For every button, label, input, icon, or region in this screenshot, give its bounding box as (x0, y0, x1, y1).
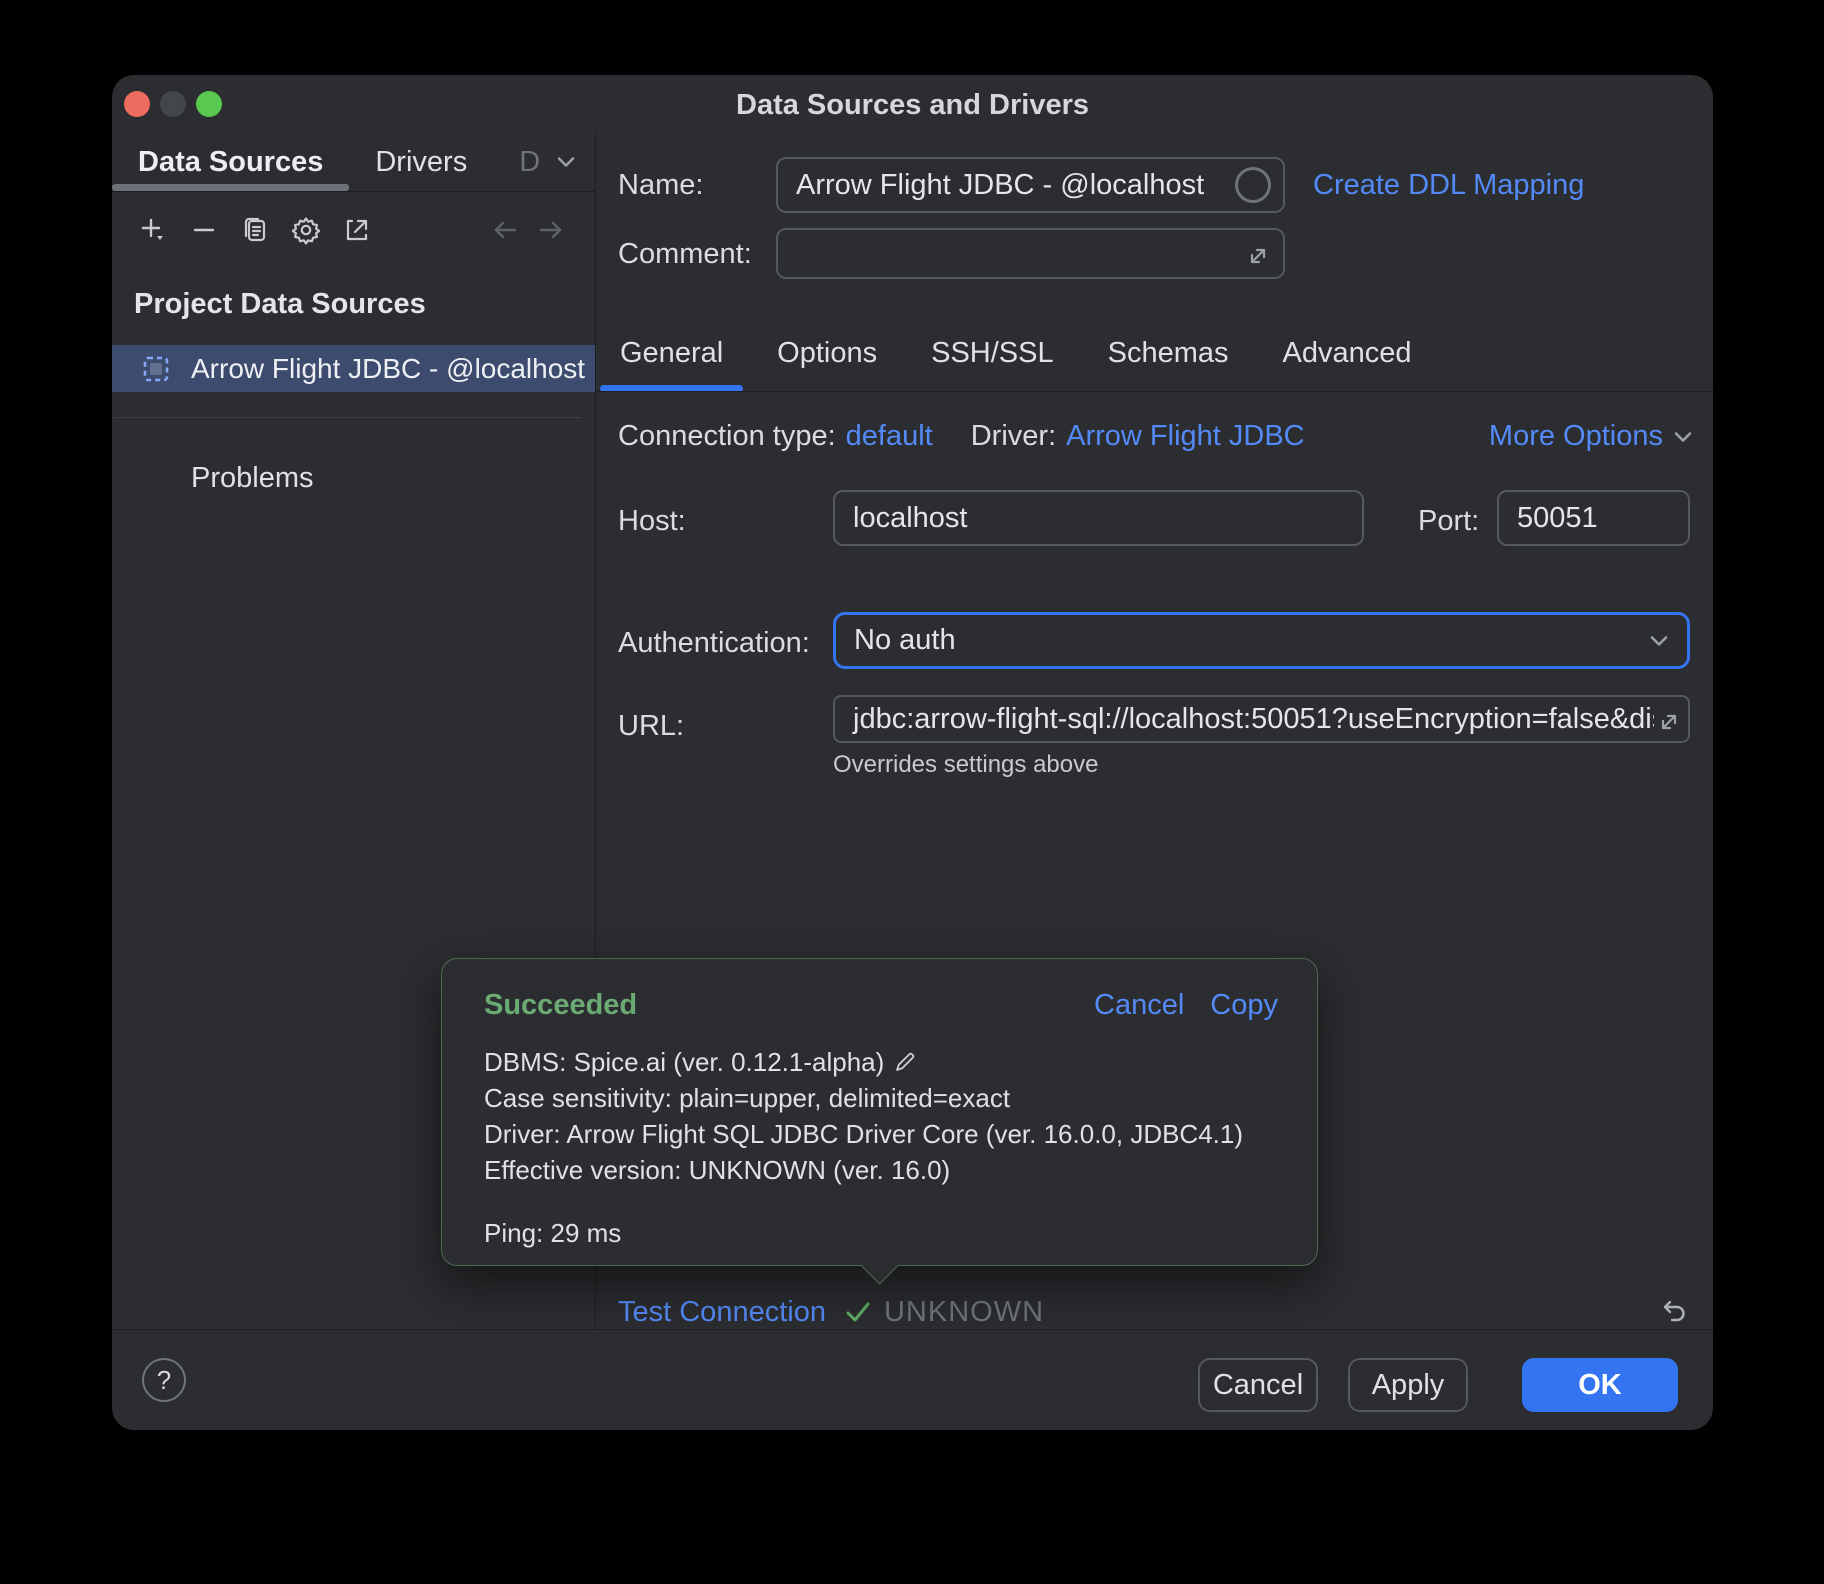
chevron-down-icon (1669, 423, 1697, 451)
test-connection-row: Test Connection UNKNOWN (618, 1296, 1690, 1328)
sidebar-divider (114, 417, 581, 418)
name-value: Arrow Flight JDBC - @localhost (796, 169, 1204, 202)
authentication-select[interactable]: No auth (833, 612, 1690, 669)
dbms-text: DBMS: Spice.ai (ver. 0.12.1-alpha) (484, 1044, 884, 1080)
open-icon[interactable] (341, 214, 373, 246)
more-options-label: More Options (1489, 420, 1663, 453)
add-icon[interactable] (137, 214, 169, 246)
name-label: Name: (618, 169, 703, 202)
port-value: 50051 (1517, 502, 1598, 535)
apply-button[interactable]: Apply (1348, 1358, 1468, 1412)
sidebar-tab-strip: Data Sources Drivers D (112, 133, 595, 192)
connection-status-text: UNKNOWN (884, 1296, 1044, 1329)
chevron-down-icon[interactable] (544, 133, 588, 191)
duplicate-icon[interactable] (239, 214, 271, 246)
datasource-item-label: Arrow Flight JDBC - @localhost (191, 353, 585, 385)
footer-buttons: Cancel Apply OK (1198, 1358, 1678, 1412)
tab-drivers-label: Drivers (375, 146, 467, 179)
tab-data-sources[interactable]: Data Sources (112, 133, 349, 191)
test-connection-popup: Succeeded Cancel Copy DBMS: Spice.ai (ve… (441, 958, 1318, 1266)
connection-type-value-link[interactable]: default (846, 420, 933, 453)
project-data-sources-header: Project Data Sources (112, 288, 595, 320)
sidebar-item-problems[interactable]: Problems (112, 462, 595, 495)
connection-type-row: Connection type: default Driver: Arrow F… (618, 420, 1697, 453)
cancel-button[interactable]: Cancel (1198, 1358, 1318, 1412)
tab-general-label: General (620, 337, 723, 369)
forward-icon[interactable] (535, 214, 567, 246)
url-hint: Overrides settings above (833, 751, 1098, 779)
port-input[interactable]: 50051 (1497, 490, 1690, 546)
test-connection-link[interactable]: Test Connection (618, 1296, 826, 1329)
tab-advanced-label: Advanced (1283, 337, 1412, 369)
settings-tab-strip: General Options SSH/SSL Schemas Advanced (600, 325, 1432, 392)
name-input[interactable]: Arrow Flight JDBC - @localhost (776, 157, 1285, 213)
popup-cancel-link[interactable]: Cancel (1094, 989, 1184, 1022)
history-nav (489, 214, 567, 246)
datasource-icon (141, 354, 171, 384)
driver-line: Driver: Arrow Flight SQL JDBC Driver Cor… (484, 1116, 1287, 1152)
popup-header: Succeeded Cancel Copy (484, 989, 1278, 1022)
tab-ssh-ssl-label: SSH/SSL (931, 337, 1054, 369)
comment-label: Comment: (618, 238, 752, 271)
status-badge: Succeeded (484, 989, 637, 1022)
tab-data-sources-label: Data Sources (138, 146, 323, 179)
host-value: localhost (853, 502, 967, 535)
url-input[interactable]: jdbc:arrow-flight-sql://localhost:50051?… (833, 695, 1690, 743)
host-label: Host: (618, 505, 686, 538)
help-icon[interactable]: ? (142, 1358, 186, 1402)
dbms-line: DBMS: Spice.ai (ver. 0.12.1-alpha) (484, 1044, 1287, 1080)
data-sources-dialog: Data Sources and Drivers Data Sources Dr… (112, 75, 1713, 1430)
undo-icon[interactable] (1656, 1295, 1690, 1329)
chevron-down-icon (1645, 627, 1673, 655)
tab-advanced[interactable]: Advanced (1263, 325, 1432, 392)
pencil-icon[interactable] (892, 1049, 918, 1075)
spinner-icon (1235, 167, 1271, 203)
tabs-divider (596, 391, 1713, 392)
url-label: URL: (618, 710, 684, 743)
driver-label: Driver: (971, 420, 1056, 453)
tab-drivers[interactable]: Drivers (349, 133, 493, 191)
effective-version-line: Effective version: UNKNOWN (ver. 16.0) (484, 1152, 1287, 1188)
driver-value-link[interactable]: Arrow Flight JDBC (1066, 420, 1305, 453)
case-sensitivity-line: Case sensitivity: plain=upper, delimited… (484, 1080, 1287, 1116)
settings-icon[interactable] (290, 214, 322, 246)
datasource-list-item[interactable]: Arrow Flight JDBC - @localhost (112, 345, 595, 392)
popup-copy-link[interactable]: Copy (1210, 989, 1278, 1022)
titlebar: Data Sources and Drivers (112, 75, 1713, 133)
back-icon[interactable] (489, 214, 521, 246)
tab-general[interactable]: General (600, 325, 743, 392)
comment-input[interactable] (776, 228, 1285, 279)
more-options-link[interactable]: More Options (1489, 420, 1697, 453)
dialog-footer: ? Cancel Apply OK (112, 1329, 1713, 1430)
url-value: jdbc:arrow-flight-sql://localhost:50051?… (853, 703, 1682, 736)
check-icon (842, 1296, 874, 1328)
popup-body: DBMS: Spice.ai (ver. 0.12.1-alpha) Case … (484, 1044, 1287, 1251)
window-title: Data Sources and Drivers (112, 89, 1713, 122)
sidebar-toolbar (112, 212, 595, 248)
tab-ddl-mappings-truncated[interactable]: D (493, 133, 544, 191)
host-input[interactable]: localhost (833, 490, 1364, 546)
ping-line: Ping: 29 ms (484, 1215, 1287, 1251)
expand-icon[interactable] (1654, 707, 1684, 737)
port-label: Port: (1418, 505, 1479, 538)
create-ddl-mapping-link[interactable]: Create DDL Mapping (1313, 169, 1584, 202)
remove-icon[interactable] (188, 214, 220, 246)
connection-type-label: Connection type: (618, 420, 836, 453)
authentication-value: No auth (854, 624, 956, 657)
tab-schemas[interactable]: Schemas (1088, 325, 1249, 392)
tab-options[interactable]: Options (757, 325, 897, 392)
tab-ddl-label: D (519, 146, 540, 179)
tab-options-label: Options (777, 337, 877, 369)
expand-icon[interactable] (1243, 241, 1273, 271)
tab-schemas-label: Schemas (1108, 337, 1229, 369)
ok-button[interactable]: OK (1522, 1358, 1678, 1412)
tab-ssh-ssl[interactable]: SSH/SSL (911, 325, 1074, 392)
authentication-label: Authentication: (618, 627, 810, 660)
desktop: Data Sources and Drivers Data Sources Dr… (0, 0, 1824, 1584)
